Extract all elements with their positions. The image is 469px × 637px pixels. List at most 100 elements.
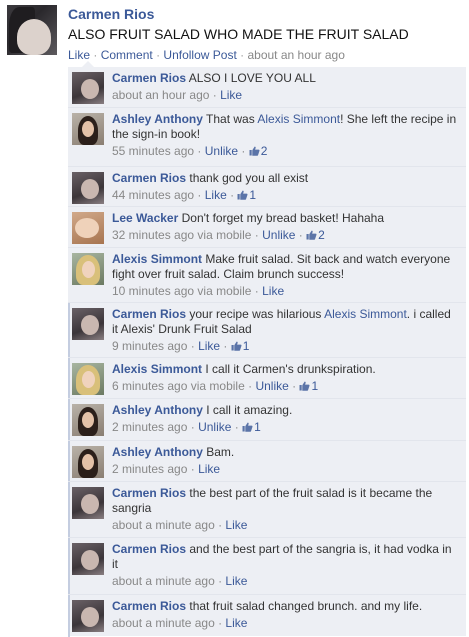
commenter-name[interactable]: Ashley Anthony [112, 403, 203, 417]
like-count[interactable]: 1 [299, 379, 318, 393]
like-count-number: 1 [249, 188, 257, 202]
like-link[interactable]: Like [205, 188, 227, 202]
comment-text-line: Carmen Rios the best part of the fruit s… [112, 486, 457, 516]
commenter-name[interactable]: Carmen Rios [112, 599, 186, 613]
comment-timestamp[interactable]: 44 minutes ago [112, 188, 194, 202]
comment-timestamp[interactable]: 9 minutes ago [112, 339, 187, 353]
like-count-number: 1 [242, 339, 250, 353]
new-comment-marker [68, 399, 70, 441]
like-link[interactable]: Like [225, 518, 247, 532]
like-link[interactable]: Like [68, 48, 90, 62]
commenter-name[interactable]: Lee Wacker [112, 211, 178, 225]
commenter-name[interactable]: Carmen Rios [112, 71, 186, 85]
comment-text: your recipe was hilarious [189, 307, 325, 321]
comment-text-line: Carmen Rios that fruit salad changed bru… [112, 599, 457, 614]
comment-timestamp[interactable]: about a minute ago [112, 518, 215, 532]
separator: · [209, 88, 221, 102]
commenter-name[interactable]: Carmen Rios [112, 307, 186, 321]
commenter-name[interactable]: Carmen Rios [112, 171, 186, 185]
separator: · [220, 339, 231, 353]
unlike-link[interactable]: Unlike [262, 228, 295, 242]
comment-timestamp[interactable]: 6 minutes ago [112, 379, 187, 393]
commenter-avatar[interactable] [72, 253, 104, 285]
via-mobile-label[interactable]: via mobile [197, 284, 251, 298]
commenter-avatar[interactable] [72, 600, 104, 632]
mention-link[interactable]: Alexis Simmont [324, 307, 407, 321]
comment-meta: about a minute ago · Like [112, 616, 457, 631]
comment-timestamp[interactable]: about an hour ago [112, 88, 209, 102]
comment-timestamp[interactable]: 2 minutes ago [112, 462, 187, 476]
like-link[interactable]: Like [198, 462, 220, 476]
comment-row: Ashley Anthony I call it amazing. 2 minut… [68, 398, 466, 441]
separator: · [251, 284, 263, 298]
commenter-avatar[interactable] [72, 487, 104, 519]
thumbs-up-icon [306, 230, 317, 240]
comment-timestamp[interactable]: 10 minutes ago [112, 284, 194, 298]
commenter-avatar[interactable] [72, 212, 104, 244]
comment-body: Carmen Rios thank god you all exist 44 mi… [112, 171, 457, 203]
comment-body: Carmen Rios and the best part of the san… [112, 542, 457, 589]
commenter-name[interactable]: Ashley Anthony [112, 112, 203, 126]
commenter-avatar[interactable] [72, 543, 104, 575]
comment-body: Carmen Rios the best part of the fruit s… [112, 486, 457, 533]
post-author-name[interactable]: Carmen Rios [68, 6, 154, 22]
like-link[interactable]: Like [225, 574, 247, 588]
like-link[interactable]: Like [220, 88, 242, 102]
comment-body: Alexis Simmont I call it Carmen's drunks… [112, 362, 457, 394]
commenter-name[interactable]: Carmen Rios [112, 486, 186, 500]
like-count[interactable]: 2 [249, 144, 267, 158]
comment-timestamp[interactable]: 55 minutes ago [112, 144, 194, 158]
commenter-avatar[interactable] [72, 72, 104, 104]
comment-timestamp[interactable]: 32 minutes ago [112, 228, 194, 242]
via-mobile-label[interactable]: via mobile [197, 228, 251, 242]
separator: · [194, 144, 205, 158]
unfollow-post-link[interactable]: Unfollow Post [163, 48, 236, 62]
comment-timestamp[interactable]: about a minute ago [112, 574, 215, 588]
commenter-avatar[interactable] [72, 363, 104, 395]
commenter-name[interactable]: Ashley Anthony [112, 445, 203, 459]
commenter-name[interactable]: Carmen Rios [112, 542, 186, 556]
like-count-number: 2 [318, 228, 325, 242]
commenter-avatar[interactable] [72, 308, 104, 340]
separator: · [240, 48, 245, 62]
commenter-name[interactable]: Alexis Simmont [112, 252, 202, 266]
commenter-avatar[interactable] [72, 113, 104, 145]
mention-link[interactable]: Alexis Simmont [257, 112, 340, 126]
separator: · [295, 228, 307, 242]
separator: · [214, 518, 226, 532]
unlike-link[interactable]: Unlike [255, 379, 288, 393]
comment-text-line: Lee Wacker Don't forget my bread basket!… [112, 211, 457, 226]
comment-body: Carmen Rios your recipe was hilarious Al… [112, 307, 457, 354]
like-count[interactable]: 1 [231, 339, 250, 353]
via-mobile-label[interactable]: via mobile [191, 379, 245, 393]
separator: · [214, 574, 226, 588]
like-count[interactable]: 1 [242, 420, 261, 434]
comment-meta: 2 minutes ago · Like [112, 462, 457, 477]
like-count[interactable]: 2 [306, 228, 325, 242]
separator: · [214, 616, 226, 630]
commenter-avatar[interactable] [72, 404, 104, 436]
new-comment-marker [68, 482, 70, 538]
comment-text-line: Ashley Anthony That was Alexis Simmont! … [112, 112, 457, 142]
new-comment-marker [68, 595, 70, 637]
like-link[interactable]: Like [198, 339, 220, 353]
unlike-link[interactable]: Unlike [205, 144, 238, 158]
separator: · [251, 228, 263, 242]
comment-row: Ashley Anthony Bam. 2 minutes ago · Like [68, 440, 466, 482]
unlike-link[interactable]: Unlike [198, 420, 231, 434]
commenter-name[interactable]: Alexis Simmont [112, 362, 202, 376]
like-link[interactable]: Like [262, 284, 284, 298]
comment-text-line: Carmen Rios and the best part of the san… [112, 542, 457, 572]
like-link[interactable]: Like [225, 616, 247, 630]
comment-link[interactable]: Comment [101, 48, 153, 62]
post-timestamp[interactable]: about an hour ago [247, 48, 344, 62]
comment-timestamp[interactable]: about a minute ago [112, 616, 215, 630]
comment-body: Ashley Anthony That was Alexis Simmont! … [112, 112, 457, 159]
comment-timestamp[interactable]: 2 minutes ago [112, 420, 187, 434]
commenter-avatar[interactable] [72, 446, 104, 478]
author-avatar[interactable] [7, 5, 57, 55]
separator: · [93, 48, 98, 62]
thumbs-up-icon [249, 146, 260, 156]
like-count[interactable]: 1 [237, 188, 256, 202]
commenter-avatar[interactable] [72, 172, 104, 204]
